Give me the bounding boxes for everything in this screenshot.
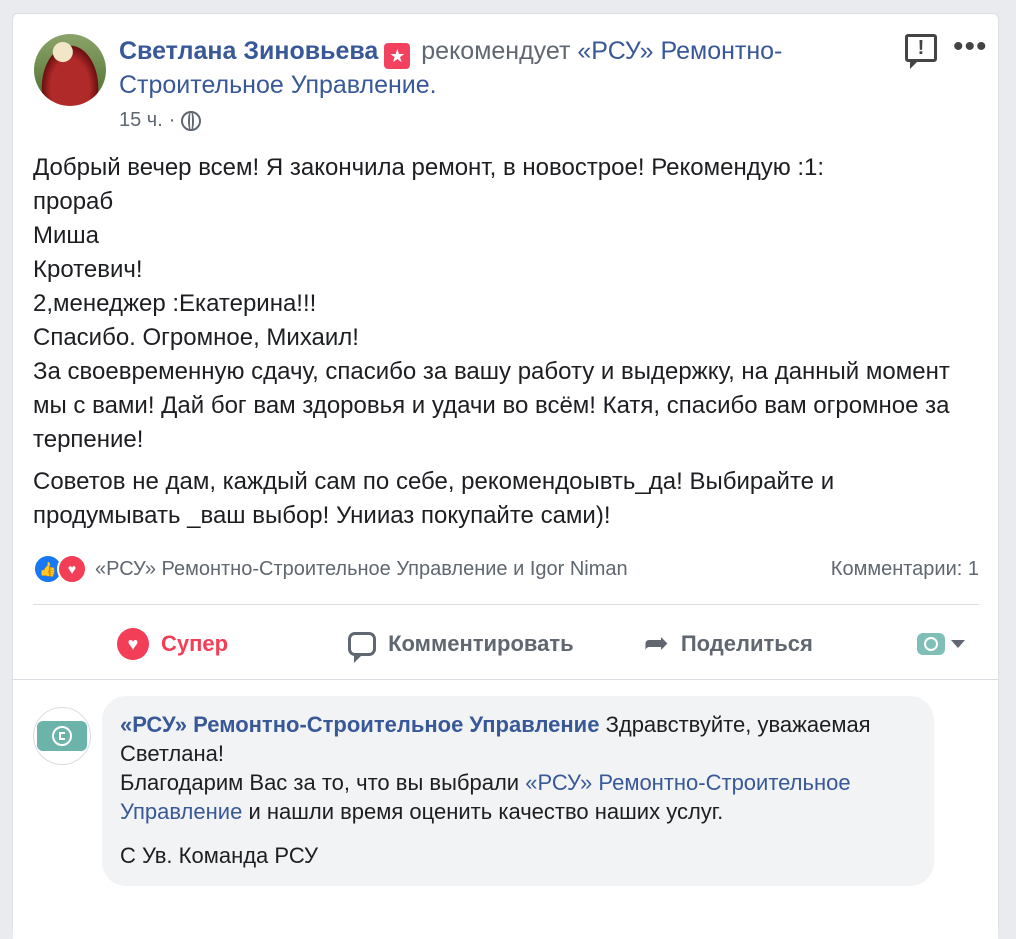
meta-separator: · [168,109,176,131]
divider [13,679,998,680]
comment-bubble: «РСУ» Ремонтно-Строительное Управление З… [102,696,934,886]
super-reaction-button[interactable]: ♥ Супер [117,628,228,660]
comment-label: Комментировать [388,631,574,656]
globe-icon[interactable] [181,110,202,131]
share-button[interactable]: ➦ Поделиться [644,629,813,659]
love-reaction-icon[interactable]: ♥ [57,554,87,584]
post-header: Светлана Зиновьева ★ рекомендует «РСУ» Ре… [119,35,879,102]
commenter-avatar[interactable] [33,707,91,765]
report-icon[interactable]: ! [905,34,937,69]
comments-count[interactable]: Комментарии: 1 [831,558,979,581]
reactors-text[interactable]: «РСУ» Ремонтно-Строительное Управление и… [95,558,831,581]
comment-icon [348,632,377,663]
page-identity-selector[interactable] [917,633,965,655]
author-avatar[interactable] [34,34,106,106]
post-body: Добрый вечер всем! Я закончила ремонт, в… [33,151,963,533]
recommend-star-icon: ★ [384,43,411,69]
comment-button[interactable]: Комментировать [348,631,574,663]
post-card: Светлана Зиновьева ★ рекомендует «РСУ» Ре… [12,13,999,939]
post-time[interactable]: 15 ч. [119,109,163,132]
post-paragraph: Советов не дам, каждый сам по себе, реко… [33,468,841,529]
page-logo-icon [37,721,87,751]
share-label: Поделиться [680,631,813,656]
page-logo-icon [917,633,945,655]
author-name[interactable]: Светлана Зиновьева [119,37,378,65]
reactions-bar: 👍 ♥ «РСУ» Ремонтно-Строительное Управлен… [33,554,979,584]
comments-section: «РСУ» Ремонтно-Строительное Управление З… [13,679,998,939]
comment-line: и нашли время оценить качество наших усл… [248,799,724,824]
post-paragraph: Добрый вечер всем! Я закончила ремонт, в… [33,154,950,453]
more-options-icon[interactable]: ••• [953,32,988,62]
chevron-down-icon [951,640,965,648]
comment-signature: С Ув. Команда РСУ [120,843,318,868]
super-label: Супер [161,631,229,656]
divider [33,604,979,605]
share-icon: ➦ [643,627,669,660]
love-icon: ♥ [117,628,149,660]
action-bar: ♥ Супер Комментировать ➦ Поделиться [33,614,979,674]
post-meta: 15 ч. · [119,109,202,132]
comment-author[interactable]: «РСУ» Ремонтно-Строительное Управление [120,712,599,737]
comment-line: Благодарим Вас за то, что вы выбрали [120,770,520,795]
recommends-text: рекомендует [421,37,571,65]
page-link-suffix: . [429,71,437,99]
